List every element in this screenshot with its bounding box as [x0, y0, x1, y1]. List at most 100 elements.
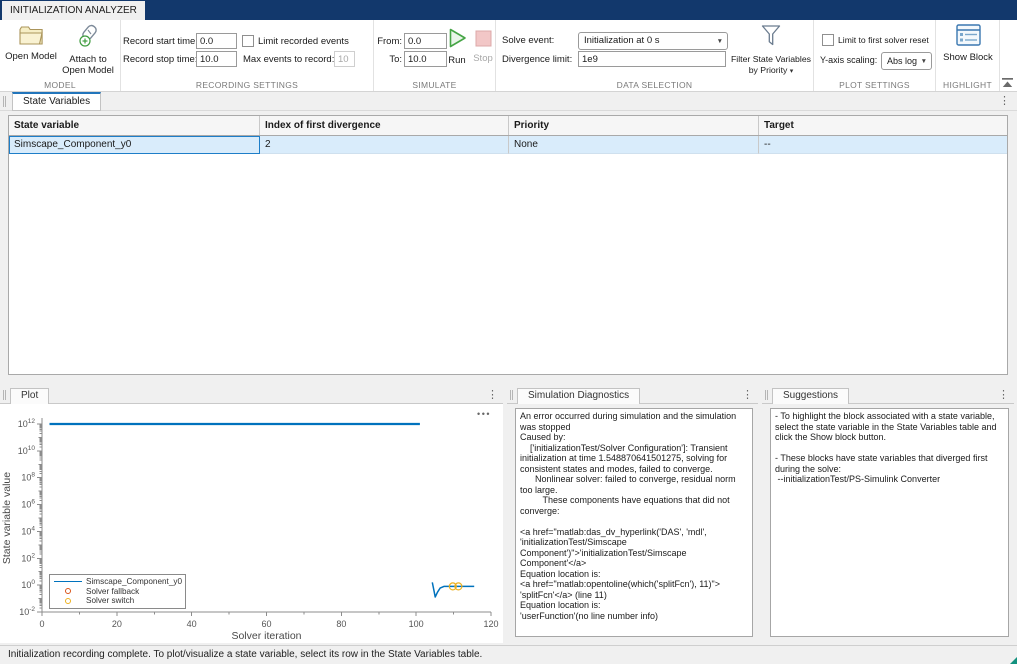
plot-overflow-icon[interactable]: ••• — [477, 409, 491, 419]
svg-text:60: 60 — [261, 619, 271, 629]
dropdown-caret-icon: ▼ — [921, 54, 927, 70]
suggestions-text: - To highlight the block associated with… — [770, 408, 1009, 637]
section-label-data-selection: DATA SELECTION — [496, 80, 813, 90]
svg-text:102: 102 — [21, 552, 35, 563]
legend-item[interactable]: Simscape_Component_y0 — [50, 577, 185, 587]
panel-drag-handle[interactable] — [3, 96, 6, 107]
svg-text:0: 0 — [39, 619, 44, 629]
svg-text:20: 20 — [112, 619, 122, 629]
solve-event-dropdown[interactable]: Initialization at 0 s ▼ — [578, 32, 728, 50]
stop-square-icon — [471, 30, 495, 50]
legend-label: Solver switch — [86, 596, 134, 605]
section-label-plot-settings: PLOT SETTINGS — [814, 80, 935, 90]
legend-label: Simscape_Component_y0 — [86, 577, 182, 586]
limit-recorded-events-label: Limit recorded events — [258, 34, 349, 49]
toolstrip-ribbon: Open Model Attach to Open Model MODEL — [0, 20, 1017, 92]
suggestions-panel: Suggestions ⋮ - To highlight the block a… — [762, 387, 1014, 643]
resize-grip[interactable] — [1010, 657, 1017, 664]
record-start-time-input[interactable] — [196, 33, 237, 49]
header-target[interactable]: Target — [759, 116, 1007, 135]
simulation-diagnostics-panel: Simulation Diagnostics ⋮ An error occurr… — [507, 387, 758, 643]
cell-priority[interactable]: None — [509, 136, 759, 154]
table-row[interactable]: Simscape_Component_y0 2 None -- — [9, 136, 1007, 154]
section-highlight: Show Block HIGHLIGHT — [936, 20, 1000, 91]
diagnostics-menu-icon[interactable]: ⋮ — [742, 390, 753, 401]
state-variables-table: State variable Index of first divergence… — [8, 115, 1008, 375]
tab-state-variables[interactable]: State Variables — [12, 92, 101, 111]
svg-text:104: 104 — [21, 525, 35, 536]
section-plot-settings: Limit to first solver reset Y-axis scali… — [814, 20, 936, 91]
attach-to-open-model-label: Attach to Open Model — [62, 54, 114, 76]
tab-plot[interactable]: Plot — [10, 388, 49, 404]
run-label: Run — [448, 55, 465, 66]
legend-item[interactable]: Solver fallback — [50, 587, 185, 597]
dropdown-caret-icon: ▼ — [717, 34, 723, 50]
record-start-time-label: Record start time: — [123, 34, 194, 49]
svg-text:10-2: 10-2 — [19, 606, 35, 617]
legend-line-sample — [50, 581, 86, 582]
state-variables-menu-icon[interactable]: ⋮ — [999, 96, 1010, 107]
filter-state-variables-button[interactable]: Filter State Variables by Priority ▾ — [728, 23, 814, 77]
legend-circle-sample — [50, 588, 86, 594]
initialization-analyzer-app: INITIALIZATION ANALYZER Open Model — [0, 0, 1017, 664]
tab-initialization-analyzer[interactable]: INITIALIZATION ANALYZER — [2, 1, 145, 20]
cell-state-variable[interactable]: Simscape_Component_y0 — [9, 136, 260, 154]
to-input[interactable] — [404, 51, 447, 67]
attach-to-open-model-button[interactable]: Attach to Open Model — [60, 23, 116, 76]
section-label-highlight: HIGHLIGHT — [936, 80, 999, 90]
legend-label: Solver fallback — [86, 587, 139, 596]
show-block-button[interactable]: Show Block — [941, 23, 995, 63]
plot-panel: Plot ⋮ ••• 10-21001021041061081010101202… — [0, 387, 503, 643]
y-axis-scaling-value: Abs log — [887, 56, 917, 66]
run-play-icon — [444, 27, 470, 52]
panel-drag-handle[interactable] — [510, 390, 513, 400]
state-variables-tabbar — [0, 92, 1017, 111]
plot-tabbar: Plot ⋮ — [0, 387, 503, 404]
filter-funnel-icon — [728, 24, 814, 51]
panel-drag-handle[interactable] — [765, 390, 768, 400]
panel-drag-handle[interactable] — [3, 390, 6, 400]
divergence-limit-input[interactable] — [578, 51, 726, 67]
collapse-ribbon-icon[interactable] — [1001, 76, 1014, 88]
show-block-list-icon — [941, 24, 995, 49]
cell-index-of-first-divergence[interactable]: 2 — [260, 136, 509, 154]
section-label-model: MODEL — [0, 80, 120, 90]
section-label-recording-settings: RECORDING SETTINGS — [121, 80, 373, 90]
table-header-row: State variable Index of first divergence… — [9, 116, 1007, 136]
limit-recorded-events-checkbox[interactable] — [242, 35, 254, 47]
record-stop-time-input[interactable] — [196, 51, 237, 67]
svg-text:120: 120 — [483, 619, 498, 629]
header-index-of-first-divergence[interactable]: Index of first divergence — [260, 116, 509, 135]
run-button[interactable]: Run — [444, 26, 470, 66]
stop-label: Stop — [473, 53, 493, 64]
max-events-to-record-label: Max events to record: — [243, 52, 334, 67]
cell-target[interactable]: -- — [759, 136, 1007, 154]
y-axis-scaling-label: Y-axis scaling: — [820, 53, 877, 68]
svg-text:80: 80 — [336, 619, 346, 629]
plot-legend: Simscape_Component_y0Solver fallbackSolv… — [49, 574, 186, 609]
section-data-selection: Solve event: Initialization at 0 s ▼ Div… — [496, 20, 814, 91]
tab-suggestions[interactable]: Suggestions — [772, 388, 849, 404]
svg-text:106: 106 — [21, 499, 35, 510]
legend-item[interactable]: Solver switch — [50, 596, 185, 606]
plot-menu-icon[interactable]: ⋮ — [487, 390, 498, 401]
open-model-label: Open Model — [5, 51, 57, 62]
svg-text:40: 40 — [187, 619, 197, 629]
svg-text:100: 100 — [409, 619, 424, 629]
plot-content: ••• 10-210010210410610810101012020406080… — [0, 404, 503, 643]
header-state-variable[interactable]: State variable — [9, 116, 260, 135]
tab-simulation-diagnostics[interactable]: Simulation Diagnostics — [517, 388, 640, 404]
suggestions-content: - To highlight the block associated with… — [762, 404, 1014, 643]
from-input[interactable] — [404, 33, 447, 49]
svg-text:Solver iteration: Solver iteration — [231, 630, 301, 642]
diagnostics-content: An error occurred during simulation and … — [507, 404, 758, 643]
limit-first-solver-reset-checkbox[interactable] — [822, 34, 834, 46]
legend-circle-sample — [50, 598, 86, 604]
y-axis-scaling-dropdown[interactable]: Abs log ▼ — [881, 52, 932, 70]
section-recording-settings: Record start time: Limit recorded events… — [121, 20, 374, 91]
svg-text:State variable value: State variable value — [1, 472, 13, 564]
to-label: To: — [376, 52, 402, 67]
header-priority[interactable]: Priority — [509, 116, 759, 135]
suggestions-menu-icon[interactable]: ⋮ — [998, 390, 1009, 401]
open-model-button[interactable]: Open Model — [4, 23, 58, 62]
